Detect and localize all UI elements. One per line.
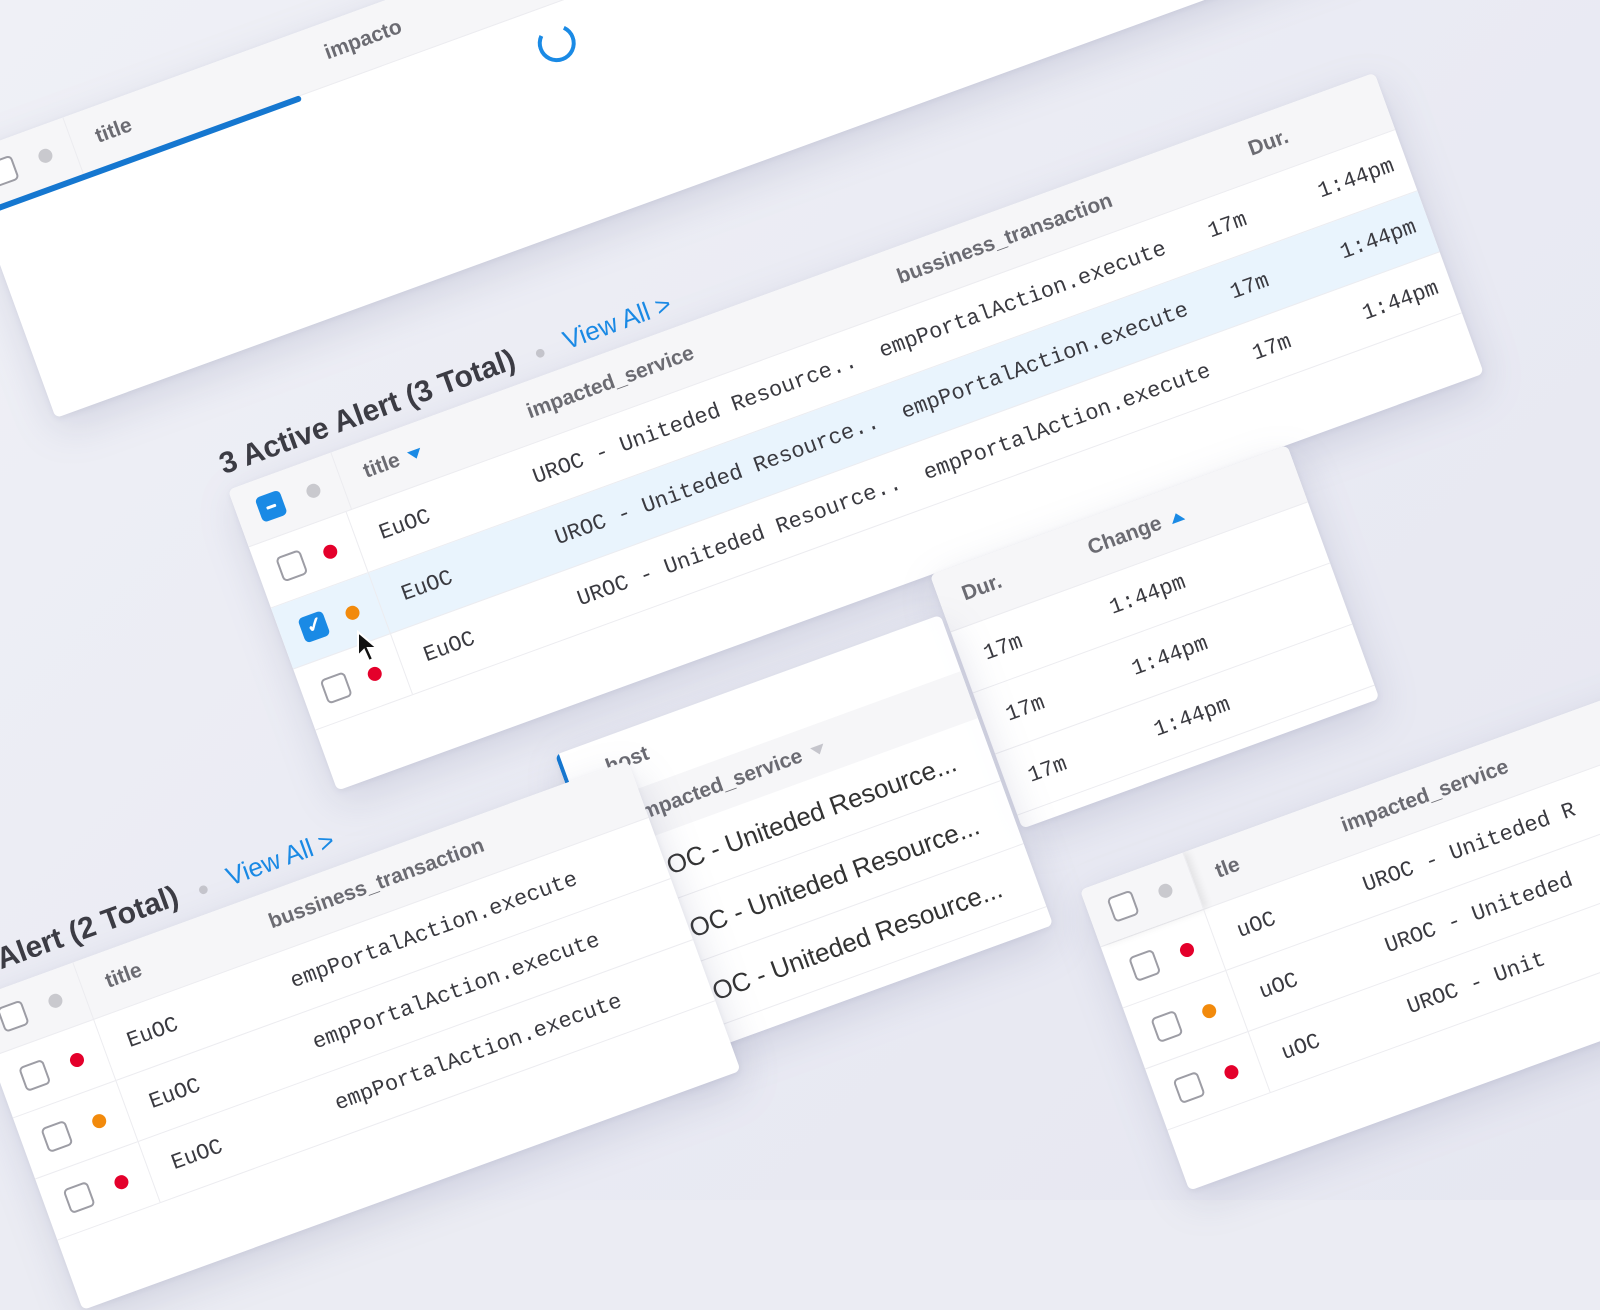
- status-warning-dot: [90, 1112, 108, 1131]
- status-header-dot: [36, 146, 55, 165]
- separator-dot: ●: [530, 340, 550, 366]
- status-header-dot: [46, 991, 65, 1010]
- status-warning-dot: [1200, 1002, 1218, 1021]
- header-change-label: Change: [1084, 511, 1165, 560]
- select-all-checkbox[interactable]: [0, 999, 31, 1033]
- header-title-label: title: [360, 448, 404, 483]
- status-critical-dot: [321, 542, 340, 561]
- row-checkbox[interactable]: [1150, 1009, 1184, 1044]
- status-critical-dot: [1177, 941, 1196, 960]
- select-all-checkbox[interactable]: [254, 489, 289, 523]
- background: title impacto 3 Active Alert (3 Total) ●…: [0, 0, 1600, 1310]
- row-checkbox[interactable]: [274, 549, 309, 583]
- row-checkbox[interactable]: [319, 671, 353, 705]
- row-checkbox[interactable]: [1128, 948, 1162, 982]
- status-critical-dot: [365, 664, 384, 683]
- row-checkbox[interactable]: [1172, 1070, 1207, 1105]
- cell-time: 1:44pm: [1150, 691, 1234, 743]
- mouse-pointer-icon: [357, 630, 380, 663]
- secondary-alerts-table: title bussiness_transaction EuOC empPort…: [0, 760, 741, 1310]
- status-header-dot: [1156, 881, 1175, 900]
- status-critical-dot: [67, 1051, 86, 1070]
- sort-desc-icon: [407, 447, 424, 461]
- sort-icon: [809, 743, 826, 757]
- select-all-checkbox[interactable]: [1106, 889, 1141, 923]
- status-critical-dot: [112, 1173, 131, 1192]
- select-all-checkbox[interactable]: [0, 154, 21, 188]
- row-checkbox[interactable]: [40, 1119, 74, 1154]
- row-checkbox[interactable]: [62, 1180, 97, 1215]
- status-header-dot: [304, 481, 323, 500]
- row-checkbox[interactable]: [18, 1058, 52, 1092]
- header-select-col: [0, 117, 84, 212]
- status-critical-dot: [1222, 1063, 1241, 1082]
- status-warning-dot: [343, 603, 362, 622]
- separator-dot: ●: [193, 876, 213, 902]
- header-impacted[interactable]: impacto: [299, 15, 405, 73]
- loading-spinner-icon: [532, 18, 582, 68]
- sort-asc-icon: [1169, 510, 1186, 525]
- row-checkbox-checked[interactable]: [297, 610, 331, 644]
